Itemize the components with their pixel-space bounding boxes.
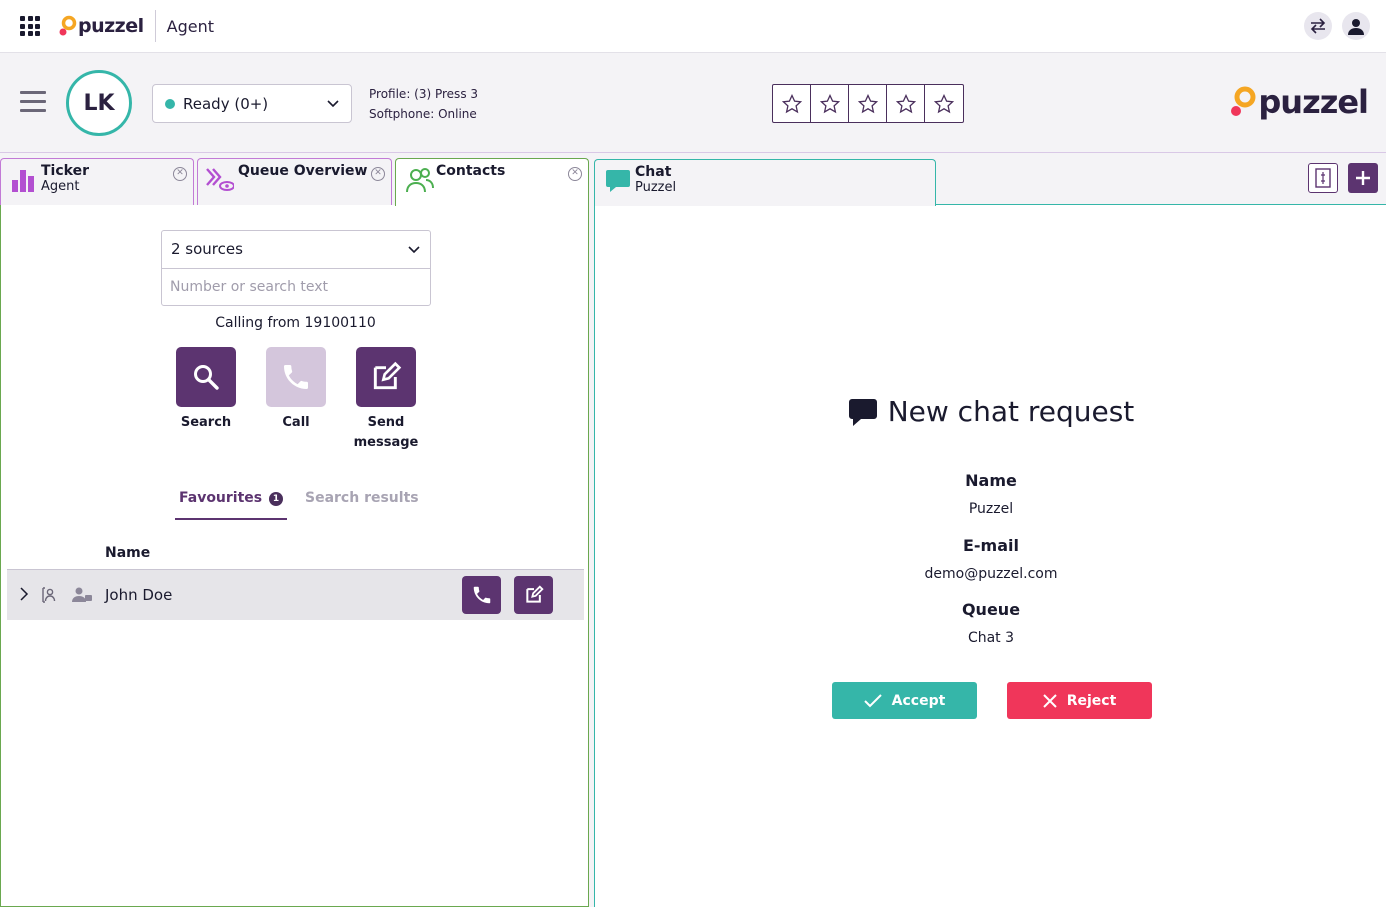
profile-info: Profile: (3) Press 3 Softphone: Online (369, 84, 478, 124)
search-icon (194, 365, 219, 390)
brand-name: puzzel (78, 15, 144, 37)
puzzel-logo-icon (1231, 86, 1256, 116)
request-title: New chat request (595, 395, 1386, 428)
reject-label: Reject (1066, 692, 1117, 709)
accept-button[interactable]: Accept (832, 682, 977, 719)
favourites-label: Favourites (179, 490, 263, 506)
avatar[interactable]: LK (66, 70, 132, 136)
close-icon (1043, 693, 1057, 708)
tab-title: Chat (635, 164, 672, 180)
contacts-panel: 2 sources Calling from 19100110 Search C… (0, 205, 589, 907)
chevron-down-icon (408, 246, 420, 254)
favourites-count-badge: 1 (269, 492, 283, 506)
brand-name: puzzel (1258, 83, 1369, 121)
send-message-action: Send message (341, 347, 431, 453)
star-icon[interactable] (849, 85, 887, 122)
star-icon[interactable] (773, 85, 811, 122)
chat-bubble-icon (848, 398, 877, 426)
user-profile-icon[interactable] (1342, 12, 1370, 40)
action-label: Call (282, 415, 310, 430)
star-icon[interactable] (887, 85, 925, 122)
chat-panel: Chat Puzzel New chat request Name Puzzel… (594, 158, 1386, 907)
close-icon[interactable]: ✕ (173, 167, 187, 181)
contacts-icon (406, 168, 434, 193)
star-icon[interactable] (811, 85, 849, 122)
send-message-button[interactable] (356, 347, 416, 407)
action-label: Search (180, 415, 232, 430)
brand-logo-small: puzzel (58, 15, 144, 37)
status-dropdown[interactable]: Ready (0+) (152, 84, 352, 123)
divider (154, 10, 156, 42)
message-contact-button[interactable] (514, 576, 553, 614)
status-indicator (165, 98, 175, 109)
field-queue-label: Queue (961, 600, 1021, 619)
call-action: Call (251, 347, 341, 433)
contact-card-icon (42, 587, 56, 603)
app-name: Agent (166, 16, 215, 36)
action-label: Send message (353, 415, 419, 450)
tab-title: Ticker (41, 163, 89, 179)
field-name-value: Puzzel (968, 501, 1014, 517)
search-action: Search (161, 347, 251, 433)
compose-icon (525, 585, 544, 603)
tab-subtitle: Agent (41, 179, 80, 194)
star-icon[interactable] (925, 85, 963, 122)
search-button[interactable] (176, 347, 236, 407)
contacts-subtabs: Favourites 1 Search results (1, 490, 590, 520)
tab-queue-overview[interactable]: Queue Overview ✕ (197, 158, 392, 205)
tab-chat[interactable]: Chat Puzzel (594, 159, 936, 206)
call-contact-button[interactable] (462, 576, 501, 614)
field-name-label: Name (965, 471, 1017, 490)
check-icon (863, 693, 882, 707)
bar-chart-icon (12, 170, 34, 192)
search-input[interactable] (161, 268, 431, 306)
tab-ticker[interactable]: Ticker Agent ✕ (0, 158, 194, 205)
status-label: Ready (0+) (183, 94, 269, 113)
top-bar: puzzel Agent (0, 0, 1386, 53)
calling-from-text: Calling from 19100110 (215, 315, 376, 331)
close-icon[interactable]: ✕ (568, 167, 582, 181)
add-tab-icon[interactable] (1348, 163, 1378, 193)
call-button[interactable] (266, 347, 326, 407)
accept-label: Accept (891, 692, 946, 709)
tab-search-results[interactable]: Search results (305, 490, 419, 520)
chat-bubble-icon (606, 170, 630, 192)
reject-button[interactable]: Reject (1007, 682, 1152, 719)
request-title-text: New chat request (887, 395, 1135, 428)
tab-contacts[interactable]: Contacts ✕ (395, 158, 589, 206)
switch-icon[interactable] (1304, 12, 1332, 40)
left-panel: Ticker Agent ✕ Queue Overview ✕ Contacts… (0, 158, 589, 907)
compose-icon (373, 361, 402, 390)
tab-favourites[interactable]: Favourites 1 (175, 490, 287, 520)
brand-logo-large: puzzel (1228, 83, 1369, 121)
split-view-icon[interactable] (1308, 163, 1338, 193)
rating-stars (772, 84, 964, 123)
name-column-header[interactable]: Name (105, 545, 150, 561)
profile-text: Profile: (3) Press 3 (369, 87, 479, 101)
tab-title: Queue Overview (238, 163, 368, 179)
phone-icon (473, 586, 490, 604)
tab-tools (1308, 163, 1378, 193)
puzzel-logo-icon (59, 15, 77, 36)
phone-icon (284, 365, 308, 389)
tab-title: Contacts (436, 163, 506, 179)
close-icon[interactable]: ✕ (371, 167, 385, 181)
sources-dropdown[interactable]: 2 sources (161, 230, 431, 268)
chevron-right-icon[interactable] (17, 585, 31, 603)
chevron-down-icon (327, 100, 339, 108)
hamburger-menu-icon[interactable] (20, 91, 46, 118)
sources-label: 2 sources (171, 240, 243, 258)
chat-request-view: New chat request Name Puzzel E-mail demo… (594, 204, 1386, 907)
field-email-value: demo@puzzel.com (924, 566, 1058, 582)
tab-subtitle: Puzzel (635, 180, 677, 195)
queue-overview-icon (206, 168, 234, 191)
field-email-label: E-mail (962, 536, 1019, 555)
user-group-icon (72, 587, 92, 602)
agent-header: LK Ready (0+) Profile: (3) Press 3 Softp… (0, 53, 1386, 153)
contact-name: John Doe (105, 586, 173, 604)
app-launcher-icon[interactable] (20, 16, 40, 36)
softphone-text: Softphone: Online (369, 107, 477, 121)
field-queue-value: Chat 3 (967, 630, 1015, 646)
table-row[interactable]: John Doe (7, 569, 584, 620)
